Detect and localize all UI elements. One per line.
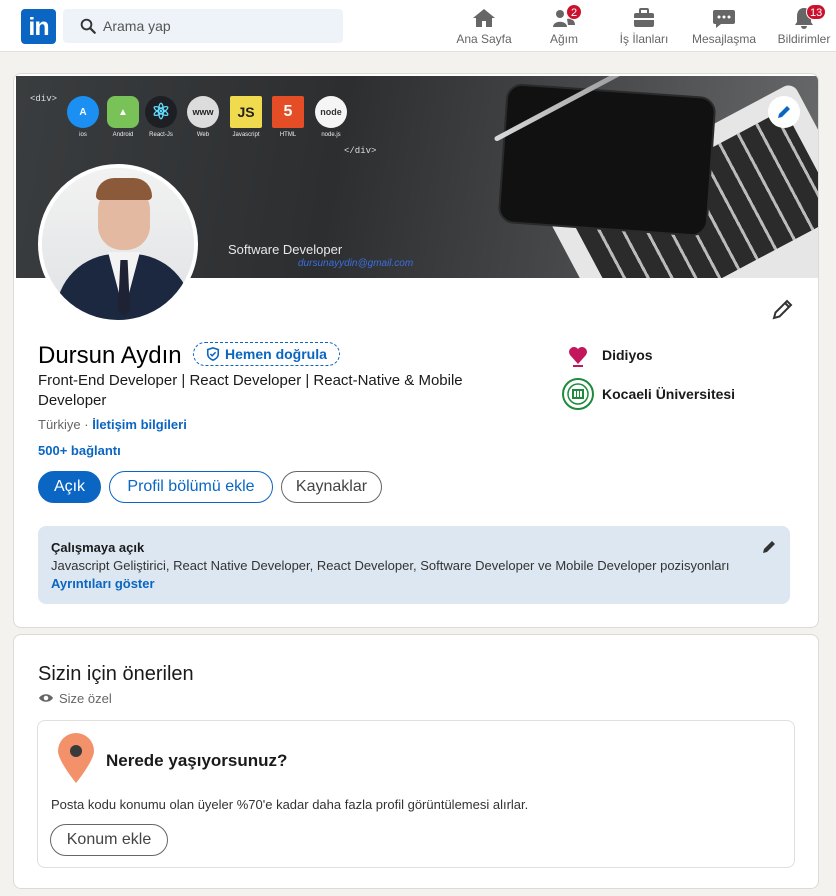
tech-node: node node.js xyxy=(314,96,348,138)
tech-label: Web xyxy=(196,132,210,138)
tech-label: HTML xyxy=(279,132,297,138)
phone-image xyxy=(497,82,717,238)
profile-name: Dursun Aydın xyxy=(38,342,182,369)
tech-ios: A ios xyxy=(66,96,100,138)
company-name: Didiyos xyxy=(602,347,653,363)
nodejs-icon: node xyxy=(315,96,347,128)
school-name: Kocaeli Üniversitesi xyxy=(602,386,736,402)
suggested-title: Sizin için önerilen xyxy=(38,663,194,685)
current-company[interactable]: Didiyos xyxy=(562,338,653,372)
nav-item-home[interactable]: Ana Sayfa xyxy=(456,6,512,50)
verify-label: Hemen doğrula xyxy=(225,346,327,362)
pencil-icon xyxy=(772,299,793,320)
react-icon: ⚛ xyxy=(145,96,177,128)
tech-label: Javascript xyxy=(232,132,260,138)
connections-link[interactable]: 500+ bağlantı xyxy=(38,443,121,458)
nav-label: Ağım xyxy=(549,32,578,46)
linkedin-logo[interactable]: in xyxy=(21,9,56,44)
profile-headline: Front-End Developer | React Developer | … xyxy=(38,372,463,409)
search-bar[interactable] xyxy=(63,9,343,43)
profile-location: Türkiye · İletişim bilgileri xyxy=(38,417,187,432)
nav-item-network[interactable]: 2 Ağım xyxy=(542,4,586,50)
show-details-link[interactable]: Ayrıntıları göster xyxy=(51,576,155,591)
bell-icon: 13 xyxy=(792,4,827,30)
didiyos-logo xyxy=(562,339,594,371)
add-location-button[interactable]: Konum ekle xyxy=(50,824,168,856)
nav-label: Bildirimler xyxy=(777,32,831,46)
profile-card: <div> </div> A ios ▲ Android ⚛ React-Js … xyxy=(13,73,819,628)
open-to-work-box: Çalışmaya açık Javascript Geliştirici, R… xyxy=(38,526,790,604)
home-icon xyxy=(473,9,495,27)
search-icon xyxy=(80,18,96,34)
code-tag-open: <div> xyxy=(30,94,58,104)
open-to-work-title: Çalışmaya açık xyxy=(51,540,145,555)
tech-label: React-Js xyxy=(149,132,173,138)
tech-label: ios xyxy=(79,132,87,138)
code-tag-close: </div> xyxy=(344,146,377,156)
banner-email: dursunayydin@gmail.com xyxy=(298,258,414,269)
resources-button[interactable]: Kaynaklar xyxy=(281,471,382,503)
location-question: Nerede yaşıyorsunuz? xyxy=(106,751,288,770)
location-suggestion: Nerede yaşıyorsunuz? Posta kodu konumu o… xyxy=(37,720,795,868)
verify-button[interactable]: Hemen doğrula xyxy=(193,342,340,366)
shield-check-icon xyxy=(206,347,220,361)
nav-item-messaging[interactable]: Mesajlaşma xyxy=(692,6,756,50)
web-icon: www xyxy=(187,96,219,128)
pencil-icon xyxy=(778,106,790,118)
eye-icon xyxy=(39,694,53,702)
contact-info-link[interactable]: İletişim bilgileri xyxy=(92,417,187,432)
nav-label: Ana Sayfa xyxy=(456,32,512,46)
edit-banner-button[interactable] xyxy=(768,96,800,128)
education[interactable]: Kocaeli Üniversitesi xyxy=(562,377,735,411)
search-input[interactable] xyxy=(103,9,333,43)
edit-open-to-work-button[interactable] xyxy=(761,539,777,560)
banner-title: Software Developer xyxy=(228,242,343,257)
top-navigation: in Ana Sayfa 2 Ağım İş İlanları Mesajlaş… xyxy=(0,0,836,52)
javascript-icon: JS xyxy=(230,96,262,128)
network-icon: 2 xyxy=(552,4,582,30)
tech-android: ▲ Android xyxy=(106,96,140,138)
tech-react: ⚛ React-Js xyxy=(144,96,178,138)
html5-icon: 5 xyxy=(272,96,304,128)
pencil-icon xyxy=(763,541,775,553)
nav-item-notifications[interactable]: 13 Bildirimler xyxy=(776,4,832,50)
notification-badge: 2 xyxy=(566,4,582,20)
tech-web: www Web xyxy=(186,96,220,138)
edit-intro-button[interactable] xyxy=(771,297,795,326)
add-profile-section-button[interactable]: Profil bölümü ekle xyxy=(109,471,273,503)
open-to-work-text: Javascript Geliştirici, React Native Dev… xyxy=(51,558,730,573)
nav-item-jobs[interactable]: İş İlanları xyxy=(618,6,670,50)
location-pin-icon xyxy=(58,733,94,783)
tech-label: node.js xyxy=(321,132,341,138)
tech-label: Android xyxy=(112,132,134,138)
nav-label: İş İlanları xyxy=(619,32,669,46)
android-icon: ▲ xyxy=(107,96,139,128)
tech-html: 5 HTML xyxy=(271,96,305,138)
messaging-icon xyxy=(713,10,735,28)
notification-badge: 13 xyxy=(806,4,827,20)
app-store-icon: A xyxy=(67,96,99,128)
nav-label: Mesajlaşma xyxy=(692,32,757,46)
briefcase-icon xyxy=(634,8,654,27)
tech-javascript: JS Javascript xyxy=(229,96,263,138)
kocaeli-logo xyxy=(562,378,594,410)
open-to-button[interactable]: Açık xyxy=(38,471,101,503)
suggested-card: Sizin için önerilen Size özel Nerede yaş… xyxy=(13,634,819,889)
location-description: Posta kodu konumu olan üyeler %70'e kada… xyxy=(51,797,529,812)
location-text: Türkiye xyxy=(38,417,81,432)
profile-photo[interactable] xyxy=(38,164,198,324)
suggested-subtitle-text: Size özel xyxy=(59,690,112,706)
suggested-subtitle: Size özel xyxy=(38,690,112,706)
